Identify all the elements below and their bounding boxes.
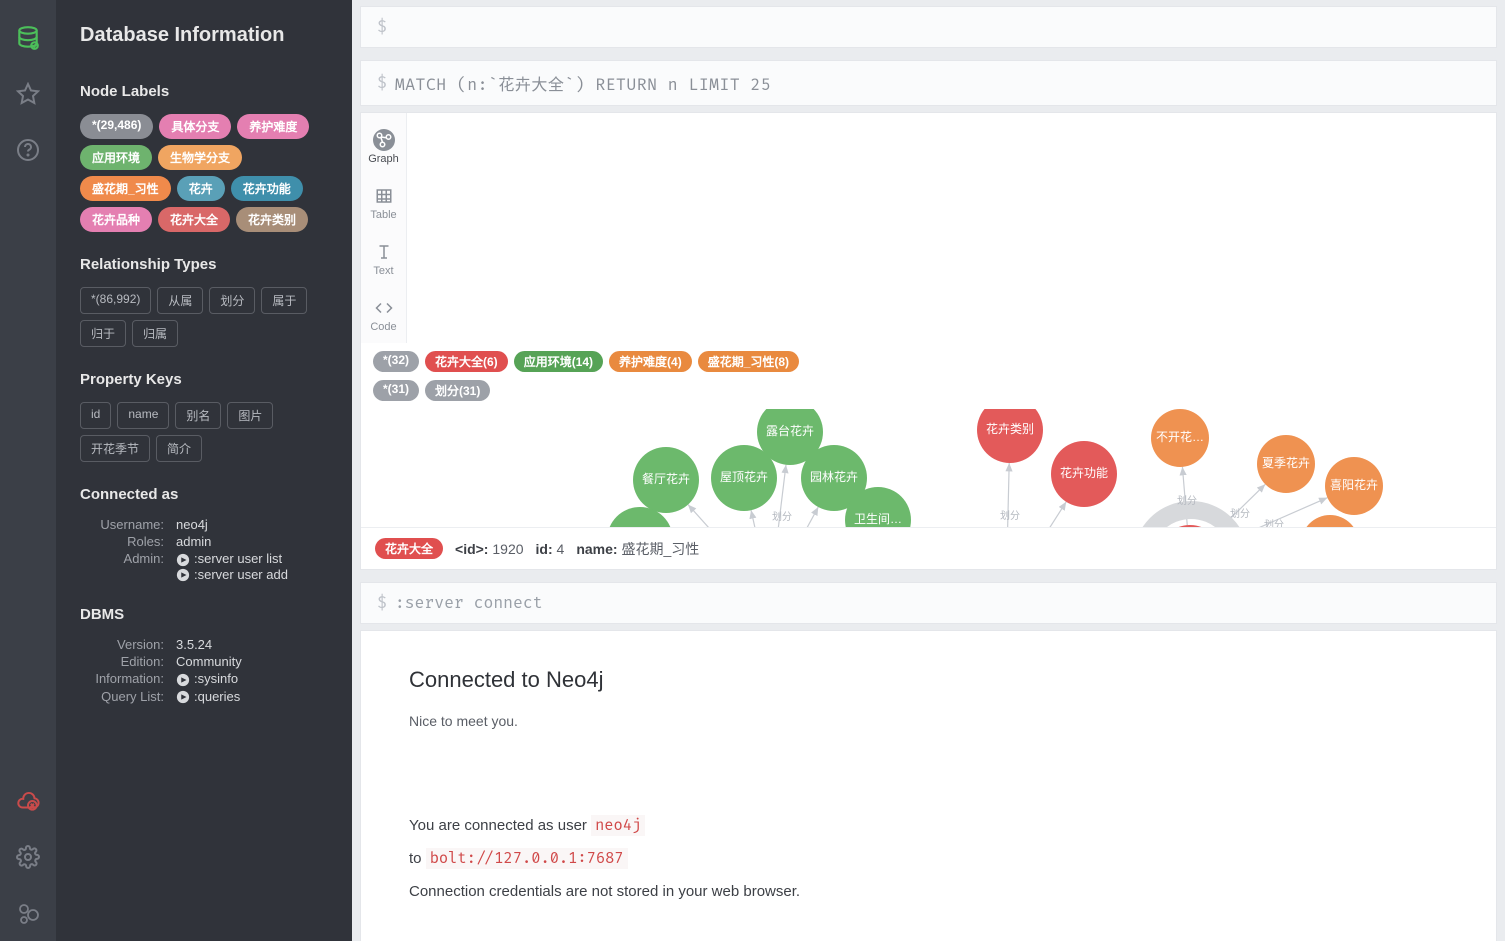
result-tab-graph[interactable]: Graph xyxy=(361,119,407,175)
node-label-pill[interactable]: 养护难度 xyxy=(237,114,309,139)
legend-pill[interactable]: 盛花期_习性(8) xyxy=(698,351,799,372)
node-label-pill[interactable]: 花卉大全 xyxy=(158,207,230,232)
node-label-pill[interactable]: 具体分支 xyxy=(159,114,231,139)
main-area: $ $ MATCH (n:`花卉大全`) RETURN n LIMIT 25 G… xyxy=(352,0,1505,941)
connect-subtitle: Nice to meet you. xyxy=(409,713,689,729)
settings-icon[interactable] xyxy=(0,829,56,885)
query-header[interactable]: $ MATCH (n:`花卉大全`) RETURN n LIMIT 25 xyxy=(360,60,1497,106)
result-tab-text[interactable]: Text xyxy=(361,231,407,287)
graph-node[interactable]: 花卉功能 xyxy=(1051,441,1117,507)
node-labels: *(29,486)具体分支养护难度应用环境生物学分支盛花期_习性花卉花卉功能花卉… xyxy=(80,114,328,232)
cloud-error-icon[interactable] xyxy=(0,773,56,829)
relationship-types: *(86,992)从属划分属于归于归属 xyxy=(80,287,328,347)
about-icon[interactable] xyxy=(0,885,56,941)
property-key-token[interactable]: 开花季节 xyxy=(80,435,150,462)
dbms-heading: DBMS xyxy=(80,606,328,623)
property-key-token[interactable]: 简介 xyxy=(156,435,202,462)
relationship-types-heading: Relationship Types xyxy=(80,256,328,273)
node-label-pill[interactable]: 盛花期_习性 xyxy=(80,176,171,201)
relationship-token[interactable]: 归于 xyxy=(80,320,126,347)
property-keys: idname别名图片开花季节简介 xyxy=(80,402,328,462)
node-tag[interactable]: 花卉大全 xyxy=(375,538,443,559)
graph-node[interactable]: 不开花… xyxy=(1151,409,1209,467)
graph-node[interactable]: 夏季花卉 xyxy=(1257,435,1315,493)
sidebar: Database Information Node Labels *(29,48… xyxy=(56,0,352,941)
node-label-pill[interactable]: 生物学分支 xyxy=(158,145,242,170)
node-label-pill[interactable]: 花卉类别 xyxy=(236,207,308,232)
graph-node[interactable]: 喜阳花卉 xyxy=(1325,457,1383,515)
connect-panel: Connected to Neo4j Nice to meet you. You… xyxy=(360,630,1497,941)
editor-input[interactable]: $ xyxy=(360,6,1497,48)
help-icon[interactable] xyxy=(0,122,56,178)
relationship-token[interactable]: 从属 xyxy=(157,287,203,314)
node-label-pill[interactable]: 花卉品种 xyxy=(80,207,152,232)
graph-panel: GraphTableTextCode *(32) 花卉大全(6) 应用环境(14) 养… xyxy=(360,112,1497,570)
relationship-token[interactable]: *(86,992) xyxy=(80,287,151,314)
node-label-pill[interactable]: 应用环境 xyxy=(80,145,152,170)
legend-row: *(32) 花卉大全(6) 应用环境(14) 养护难度(4) 盛花期_习性(8) xyxy=(361,343,1496,380)
sidebar-title: Database Information xyxy=(80,24,328,47)
relationship-token[interactable]: 归属 xyxy=(132,320,178,347)
property-key-token[interactable]: 图片 xyxy=(227,402,273,429)
legend-row-2: *(31) 划分(31) xyxy=(361,380,1496,409)
legend-pill[interactable]: 花卉大全(6) xyxy=(425,351,508,372)
admin-link[interactable]: :server user list xyxy=(176,551,328,567)
legend-pill[interactable]: 养护难度(4) xyxy=(609,351,692,372)
sysinfo-link[interactable]: :sysinfo xyxy=(176,671,238,686)
queries-link[interactable]: :queries xyxy=(176,689,240,704)
connected-as: Username:neo4j Roles:admin Admin::server… xyxy=(80,517,328,582)
result-tab-code[interactable]: Code xyxy=(361,287,407,343)
connect-bolt: bolt://127.0.0.1:7687 xyxy=(426,848,628,869)
relationship-token[interactable]: 划分 xyxy=(209,287,255,314)
relationship-token[interactable]: 属于 xyxy=(261,287,307,314)
connected-as-heading: Connected as xyxy=(80,486,328,503)
node-inspector: 花卉大全 <id>: 1920 id: 4 name: 盛花期_习性 xyxy=(361,527,1496,569)
legend-pill[interactable]: *(32) xyxy=(373,351,419,372)
node-label-pill[interactable]: 花卉 xyxy=(177,176,225,201)
admin-link[interactable]: :server user add xyxy=(176,567,328,583)
property-keys-heading: Property Keys xyxy=(80,371,328,388)
property-key-token[interactable]: name xyxy=(117,402,169,429)
graph-node[interactable]: 餐厅花卉 xyxy=(633,447,699,513)
result-tab-table[interactable]: Table xyxy=(361,175,407,231)
property-key-token[interactable]: id xyxy=(80,402,111,429)
node-label-pill[interactable]: 花卉功能 xyxy=(231,176,303,201)
result-tabs: GraphTableTextCode xyxy=(361,113,407,343)
connect-title: Connected to Neo4j xyxy=(409,667,689,693)
graph-canvas[interactable]: 应用环境餐厅花卉划分屋顶花卉划分露台花卉划分园林花卉划分卫生间…划分书房花卉划分… xyxy=(361,409,1496,527)
dbms-info: Version:3.5.24 Edition:Community Informa… xyxy=(80,637,328,704)
legend-pill[interactable]: 划分(31) xyxy=(425,380,490,401)
node-labels-heading: Node Labels xyxy=(80,83,328,100)
node-label-pill[interactable]: *(29,486) xyxy=(80,114,153,139)
legend-pill[interactable]: *(31) xyxy=(373,380,419,401)
command-header[interactable]: $ :server connect xyxy=(360,582,1497,624)
icon-rail xyxy=(0,0,56,941)
property-key-token[interactable]: 别名 xyxy=(175,402,221,429)
legend-pill[interactable]: 应用环境(14) xyxy=(514,351,603,372)
database-icon[interactable] xyxy=(0,10,56,66)
star-icon[interactable] xyxy=(0,66,56,122)
connect-user: neo4j xyxy=(591,815,645,836)
